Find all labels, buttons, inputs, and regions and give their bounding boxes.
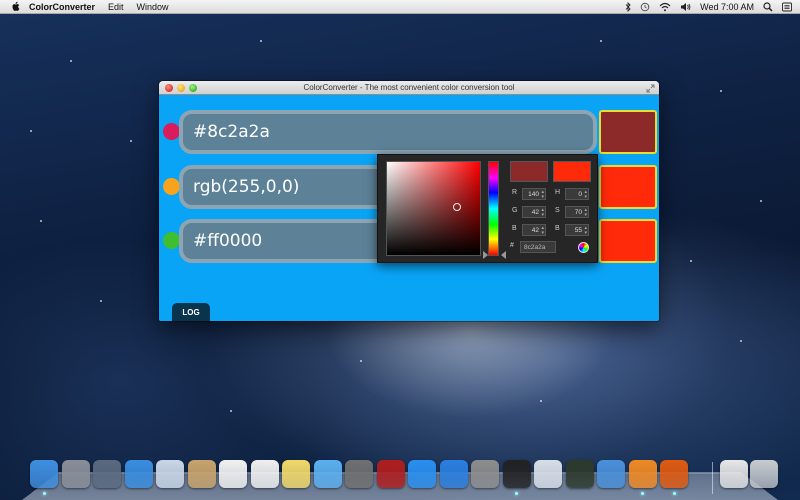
facetime-icon[interactable] [345,460,373,488]
window-title: ColorConverter - The most convenient col… [303,83,515,92]
trash-icon[interactable] [750,460,778,488]
dock [30,460,778,496]
picker-hex-input[interactable]: 8c2a2a [520,241,556,253]
current-color-swatch [553,161,591,182]
hex-color-swatch[interactable] [599,110,657,154]
xcode-icon[interactable] [597,460,625,488]
running-indicator [42,492,46,495]
saturation-value-area[interactable] [386,161,481,256]
brightness-label: B [555,225,560,232]
bluetooth-icon[interactable] [625,2,631,12]
reminders-icon[interactable] [250,460,279,488]
menu-edit[interactable]: Edit [108,2,124,12]
apple-menu-icon[interactable] [11,1,21,12]
hex-indicator-dot [163,123,180,140]
brightness-stepper-icon[interactable]: ▴ ▾ [584,226,587,236]
color-picker-panel: R 140 ▴ ▾ H 0 ▴ ▾ G 42 ▴ ▾ S 70 ▴ ▾ B 42 ▴ ▾ B 55 ▴… [377,154,598,263]
blue-stepper-icon[interactable]: ▴ ▾ [541,226,544,236]
volume-icon[interactable] [680,2,691,12]
rgb-indicator-dot [163,178,180,195]
wifi-icon[interactable] [659,2,671,12]
color-wheel-icon[interactable] [578,242,589,253]
brightness-value-row: B 55 ▴ ▾ [555,224,595,237]
red-value: 140 [528,191,539,198]
log-tab[interactable]: LOG [172,303,210,321]
calendar-icon[interactable] [219,460,247,488]
system-preferences-icon[interactable] [471,460,499,488]
title-bar[interactable]: ColorConverter - The most convenient col… [159,81,659,95]
terminal-icon[interactable] [502,460,531,488]
hue-slider-handle-left[interactable] [483,251,488,259]
color-cursor[interactable] [453,203,461,211]
green-value: 42 [531,209,539,216]
saturation-label: S [555,207,560,214]
hex-value-row: # 8c2a2a [510,241,588,254]
red-stepper-icon[interactable]: ▴ ▾ [541,190,544,200]
fullscreen-icon[interactable] [646,84,655,93]
hex-label: # [510,242,514,249]
green-value-input[interactable]: 42 ▴ ▾ [522,206,546,218]
red-label: R [512,189,518,196]
safari-icon[interactable] [124,460,153,488]
hue-slider[interactable] [488,161,499,256]
menu-window[interactable]: Window [137,2,169,12]
saturation-value-row: S 70 ▴ ▾ [555,206,595,219]
previous-color-swatch [510,161,548,182]
mail-stamp-icon[interactable] [156,460,184,488]
hue-value: 0 [578,191,582,198]
hue-stepper-icon[interactable]: ▴ ▾ [584,190,587,200]
green-stepper-icon[interactable]: ▴ ▾ [541,208,544,218]
messages-icon[interactable] [313,460,342,488]
finder-icon[interactable] [30,460,58,488]
saturation-stepper-icon[interactable]: ▴ ▾ [584,208,587,218]
running-indicator [672,492,676,495]
documents-stack-icon[interactable] [720,460,748,488]
hue-value-row: H 0 ▴ ▾ [555,188,595,201]
status-area: Wed 7:00 AM [625,0,792,14]
result-color-swatch[interactable] [599,219,657,263]
result-indicator-dot [163,232,180,249]
saturation-value: 70 [574,209,582,216]
spotlight-search-icon[interactable] [763,2,773,12]
itunes-icon[interactable] [408,460,436,488]
menu-clock[interactable]: Wed 7:00 AM [700,2,754,12]
preview-icon[interactable] [534,460,562,488]
launchpad-icon[interactable] [61,460,90,488]
hex-input[interactable] [193,114,588,150]
hex-input-row [159,107,659,157]
sublime-text-icon[interactable] [628,460,657,488]
app-store-icon[interactable] [439,460,468,488]
blue-value: 42 [531,227,539,234]
contacts-icon[interactable] [187,460,216,488]
running-indicator [641,492,644,495]
menu-bar: ColorConverter Edit Window Wed 7:00 AM [0,0,800,14]
hue-slider-handle-right[interactable] [501,251,506,259]
dock-separator [712,462,713,494]
blue-value-row: B 42 ▴ ▾ [512,224,552,237]
green-label: G [512,207,518,214]
hex-field-frame [179,110,597,154]
time-machine-icon[interactable] [640,2,650,12]
blue-label: B [512,225,517,232]
notification-center-icon[interactable] [782,2,792,12]
red-value-row: R 140 ▴ ▾ [512,188,552,201]
brightness-value-input[interactable]: 55 ▴ ▾ [565,224,589,236]
hue-value-input[interactable]: 0 ▴ ▾ [565,188,589,200]
mission-control-icon[interactable] [93,460,121,488]
red-value-input[interactable]: 140 ▴ ▾ [522,188,546,200]
saturation-value-input[interactable]: 70 ▴ ▾ [565,206,589,218]
photo-booth-icon[interactable] [376,460,405,488]
brightness-value: 55 [574,227,582,234]
running-indicator [515,492,518,495]
blue-value-input[interactable]: 42 ▴ ▾ [522,224,546,236]
color-converter-icon[interactable] [660,460,688,488]
activity-monitor-icon[interactable] [565,460,594,488]
menu-app-name[interactable]: ColorConverter [29,2,95,12]
hue-label: H [555,189,561,196]
green-value-row: G 42 ▴ ▾ [512,206,552,219]
rgb-color-swatch[interactable] [599,165,657,209]
notes-icon[interactable] [282,460,310,488]
